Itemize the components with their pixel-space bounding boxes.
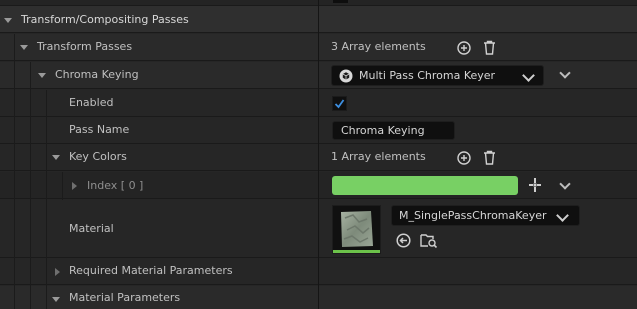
indent-guide — [30, 62, 31, 309]
checkmark-icon — [334, 99, 345, 109]
chevron-down-icon[interactable] — [559, 67, 571, 79]
material-dropdown[interactable]: M_SinglePassChromaKeyer — [391, 205, 580, 226]
section-title: Transform/Compositing Passes — [21, 13, 189, 26]
use-asset-icon[interactable] — [395, 232, 411, 248]
material-thumbnail[interactable] — [332, 205, 381, 254]
transform-passes-label: Transform Passes — [37, 40, 133, 53]
trash-icon[interactable] — [482, 39, 497, 55]
key-colors-expand-arrow[interactable] — [52, 155, 60, 160]
pass-name-value: Chroma Keying — [341, 124, 425, 137]
material-label: Material — [69, 222, 114, 235]
enabled-checkbox[interactable] — [332, 96, 347, 111]
required-params-label: Required Material Parameters — [69, 264, 233, 277]
material-params-expand-arrow[interactable] — [52, 297, 60, 302]
enabled-label: Enabled — [69, 96, 114, 109]
chevron-down-icon — [522, 69, 535, 82]
material-dropdown-value: M_SinglePassChromaKeyer — [399, 209, 547, 222]
indent-guide — [62, 172, 63, 200]
key-colors-label: Key Colors — [69, 150, 127, 163]
trash-icon[interactable] — [482, 149, 497, 165]
add-element-icon[interactable] — [456, 150, 471, 165]
column-divider[interactable] — [318, 0, 319, 309]
pass-name-label: Pass Name — [69, 123, 130, 136]
indent-guide — [46, 90, 47, 309]
transform-passes-count: 3 Array elements — [331, 40, 426, 53]
required-params-expand-arrow[interactable] — [55, 268, 60, 276]
chevron-down-icon — [556, 209, 569, 222]
pass-class-dropdown[interactable]: Multi Pass Chroma Keyer — [331, 65, 544, 86]
index-0-expand-arrow[interactable] — [72, 182, 77, 190]
material-params-label: Material Parameters — [69, 291, 181, 304]
key-color-swatch[interactable] — [332, 176, 518, 195]
pass-class-value: Multi Pass Chroma Keyer — [359, 69, 496, 82]
color-picker-icon[interactable] — [528, 177, 542, 193]
add-element-icon[interactable] — [456, 40, 471, 55]
section-expand-arrow[interactable] — [4, 18, 12, 23]
cube-icon — [339, 69, 353, 82]
details-panel: Transform/Compositing Passes Transform P… — [0, 0, 637, 309]
browse-asset-icon[interactable] — [420, 232, 438, 248]
key-colors-count: 1 Array elements — [331, 150, 426, 163]
transform-passes-expand-arrow[interactable] — [20, 45, 28, 50]
chroma-keying-expand-arrow[interactable] — [38, 73, 46, 78]
chroma-keying-label: Chroma Keying — [55, 68, 139, 81]
index-0-label: Index [ 0 ] — [87, 179, 144, 192]
asset-type-color-bar — [333, 250, 380, 253]
pass-name-input[interactable]: Chroma Keying — [332, 121, 455, 140]
indent-guide — [14, 34, 15, 309]
chevron-down-icon[interactable] — [559, 178, 571, 190]
partial-checkbox[interactable] — [333, 0, 348, 3]
